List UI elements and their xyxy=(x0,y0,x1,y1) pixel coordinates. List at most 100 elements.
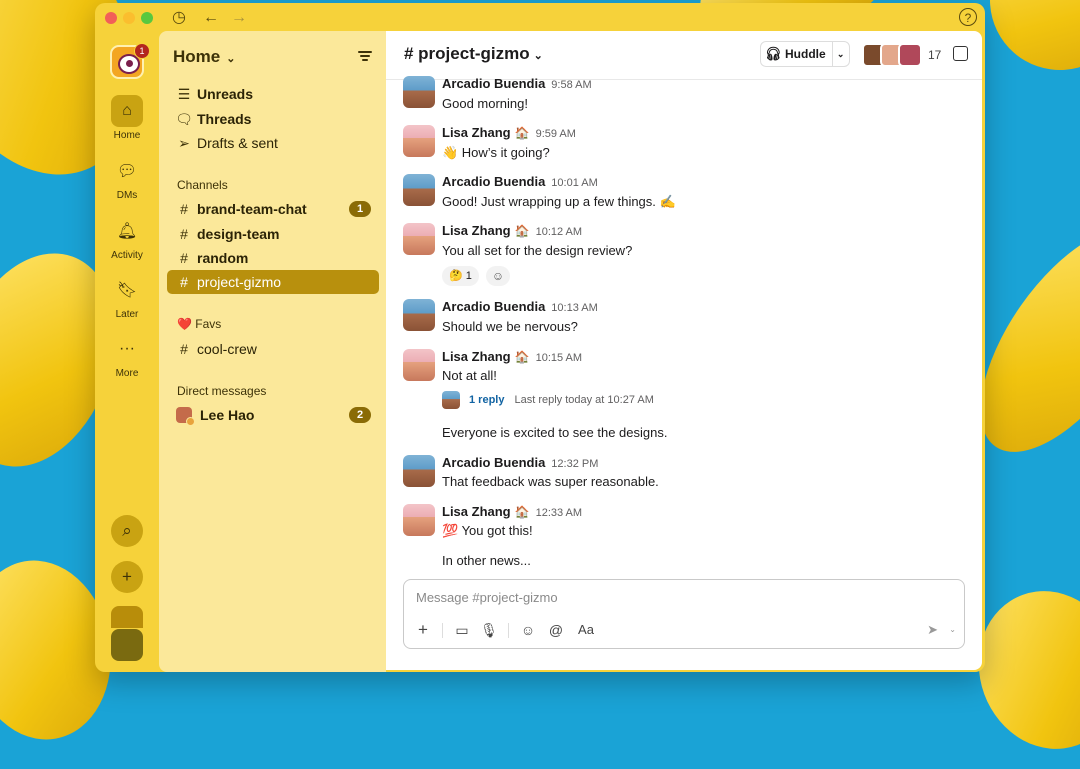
headphones-icon: 🎧︎ xyxy=(764,46,782,61)
sidebar-item-channel-active[interactable]: # project-gizmo xyxy=(167,270,379,294)
workspace-badge: 1 xyxy=(134,43,150,59)
author-name[interactable]: Lisa Zhang xyxy=(442,504,511,519)
author-name[interactable]: Arcadio Buendia xyxy=(442,76,545,91)
message-text: Not at all! xyxy=(442,368,497,383)
add-reaction-icon[interactable]: ☺ xyxy=(486,266,510,286)
channel-title: # project-gizmo xyxy=(404,44,530,63)
member-count: 17 xyxy=(928,48,942,62)
thread-reply-count[interactable]: 1 reply xyxy=(469,394,504,406)
timestamp[interactable]: 10:01 AM xyxy=(551,177,597,189)
avatar[interactable] xyxy=(403,76,435,108)
chevron-down-icon[interactable]: ⌄ xyxy=(833,49,849,60)
rail-item-more[interactable]: ··· More xyxy=(95,333,159,379)
send-icon: ➢ xyxy=(178,134,190,151)
plus-icon[interactable]: + xyxy=(414,620,432,640)
message-text: 👋 How’s it going? xyxy=(442,145,550,160)
author-name[interactable]: Lisa Zhang xyxy=(442,125,511,140)
message-header: Arcadio Buendia 10:13 AM xyxy=(442,299,598,314)
hash-icon: # xyxy=(180,274,188,290)
reaction-pill[interactable]: 🤔 1 xyxy=(442,266,479,286)
zoom-window-button[interactable] xyxy=(141,12,153,24)
channels-header[interactable]: Channels xyxy=(177,178,228,192)
bookmark-icon: 🔖︎ xyxy=(116,282,138,299)
dms-header[interactable]: Direct messages xyxy=(177,384,266,398)
message-text: Should we be nervous? xyxy=(442,319,578,334)
back-arrow-icon[interactable]: ← xyxy=(201,8,221,28)
avatar[interactable] xyxy=(403,349,435,381)
timestamp[interactable]: 9:58 AM xyxy=(551,79,591,91)
thread-summary[interactable]: 1 reply Last reply today at 10:27 AM xyxy=(442,389,654,411)
rail-item-later[interactable]: 🔖︎ Later xyxy=(95,274,159,320)
canvas-icon[interactable] xyxy=(953,46,968,61)
workspace-rail: 1 ⌂ Home 💬︎ DMs 🔔︎ Activity 🔖︎ Later ···… xyxy=(95,31,159,672)
message-header: Lisa Zhang 🏠 10:12 AM xyxy=(442,223,582,238)
send-icon[interactable]: ➤ xyxy=(927,620,938,640)
sidebar-item-threads[interactable]: 🗨︎ Threads xyxy=(167,107,379,131)
message-header: Arcadio Buendia 10:01 AM xyxy=(442,174,598,189)
sidebar-item-dm[interactable]: Lee Hao 2 xyxy=(167,403,379,427)
timestamp[interactable]: 10:15 AM xyxy=(536,352,582,364)
status-emoji: 🏠 xyxy=(514,350,530,364)
avatar[interactable] xyxy=(403,125,435,157)
message-text: Everyone is excited to see the designs. xyxy=(442,425,668,440)
channel-name: random xyxy=(197,250,249,266)
channel-title-button[interactable]: # project-gizmo ⌄ xyxy=(404,44,543,64)
app-window: ◷ ← → ? 1 ⌂ Home 💬︎ DMs 🔔︎ Activity 🔖︎ L… xyxy=(95,3,985,672)
huddle-button[interactable]: 🎧︎ Huddle ⌄ xyxy=(760,41,850,67)
author-name[interactable]: Arcadio Buendia xyxy=(442,174,545,189)
user-avatar[interactable] xyxy=(111,629,143,661)
close-window-button[interactable] xyxy=(105,12,117,24)
rail-item-home[interactable]: ⌂ Home xyxy=(95,95,159,141)
sidebar-item-channel[interactable]: # random xyxy=(167,246,379,270)
timestamp[interactable]: 12:32 PM xyxy=(551,458,598,470)
minimize-window-button[interactable] xyxy=(123,12,135,24)
avatar xyxy=(898,43,922,67)
search-button[interactable]: ⌕ xyxy=(111,515,143,547)
formatting-button[interactable]: Aa xyxy=(574,620,598,640)
message-input[interactable] xyxy=(414,586,938,608)
avatar[interactable] xyxy=(403,455,435,487)
avatar[interactable] xyxy=(403,223,435,255)
author-name[interactable]: Arcadio Buendia xyxy=(442,455,545,470)
favs-header[interactable]: ❤️ Favs xyxy=(177,317,221,331)
message-header: Arcadio Buendia 12:32 PM xyxy=(442,455,598,470)
timestamp[interactable]: 9:59 AM xyxy=(536,128,576,140)
bell-icon: 🔔︎ xyxy=(116,223,138,240)
author-name[interactable]: Lisa Zhang xyxy=(442,349,511,364)
avatar[interactable] xyxy=(403,504,435,536)
mention-icon[interactable]: @ xyxy=(546,620,566,640)
members-button[interactable]: 17 xyxy=(862,43,942,67)
sidebar-workspace-menu[interactable]: Home ⌄ xyxy=(173,47,235,67)
microphone-icon[interactable]: 🎙︎ xyxy=(480,620,498,640)
sidebar-title: Home xyxy=(173,47,221,66)
status-emoji: 🏠 xyxy=(514,224,530,238)
sidebar-item-label: Unreads xyxy=(197,86,254,102)
avatar[interactable] xyxy=(403,174,435,206)
filter-icon[interactable] xyxy=(358,49,372,63)
sidebar-item-drafts[interactable]: ➢ Drafts & sent xyxy=(167,131,379,155)
sidebar-item-channel[interactable]: # cool-crew xyxy=(167,337,379,361)
history-icon[interactable]: ◷ xyxy=(169,8,189,28)
video-icon[interactable]: ▭ xyxy=(452,620,472,640)
secondary-workspace-avatar[interactable] xyxy=(111,606,143,628)
sidebar-item-channel[interactable]: # design-team xyxy=(167,222,379,246)
threads-icon: 🗨︎ xyxy=(175,110,193,127)
timestamp[interactable]: 10:13 AM xyxy=(551,302,597,314)
timestamp[interactable]: 10:12 AM xyxy=(536,226,582,238)
author-name[interactable]: Lisa Zhang xyxy=(442,223,511,238)
author-name[interactable]: Arcadio Buendia xyxy=(442,299,545,314)
help-icon[interactable]: ? xyxy=(959,8,977,26)
forward-arrow-icon[interactable]: → xyxy=(229,8,249,28)
avatar[interactable] xyxy=(403,299,435,331)
chevron-down-icon[interactable]: ⌄ xyxy=(949,620,956,640)
rail-item-activity[interactable]: 🔔︎ Activity xyxy=(95,215,159,261)
sidebar-item-channel[interactable]: # brand-team-chat 1 xyxy=(167,197,379,221)
thread-last-reply: Last reply today at 10:27 AM xyxy=(514,394,654,406)
sidebar-item-unreads[interactable]: ☰ Unreads xyxy=(167,82,379,106)
rail-item-dms[interactable]: 💬︎ DMs xyxy=(95,155,159,201)
timestamp[interactable]: 12:33 AM xyxy=(536,507,582,519)
hash-icon: # xyxy=(180,226,188,242)
emoji-icon[interactable]: ☺ xyxy=(518,620,538,640)
create-new-button[interactable]: + xyxy=(111,561,143,593)
rail-label: DMs xyxy=(116,190,138,201)
